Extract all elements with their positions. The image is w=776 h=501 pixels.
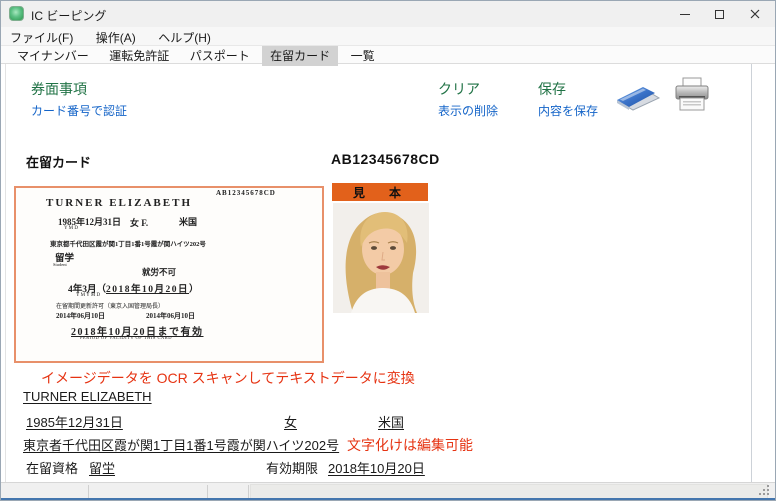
field-expiry-value[interactable]: 2018年10月20日 <box>328 458 425 477</box>
portrait-photo <box>333 203 429 313</box>
mojibake-editable-note: 文字化けは編集可能 <box>347 435 473 455</box>
card-scan-number: AB12345678CD <box>216 189 276 197</box>
resize-grip-icon[interactable] <box>759 485 771 497</box>
card-scan-renewal-note: 在留期間更新許可（東京入国管理局長） <box>56 301 164 310</box>
menu-item-operation[interactable]: 操作(A) <box>87 27 145 46</box>
field-status-value[interactable]: 留坣 <box>89 458 115 477</box>
card-scan-sex: 女 F. <box>130 216 148 229</box>
card-scan-period-markers: Y M Y M D <box>76 293 100 298</box>
content-right-border <box>751 64 752 482</box>
menu-item-help[interactable]: ヘルプ(H) <box>149 27 220 46</box>
field-status-label: 在留資格 <box>26 458 78 477</box>
field-address[interactable]: 東京者千代田区霞が関1丁目1番1号霞が関ハイツ202号 <box>23 435 339 454</box>
card-scan-period-suffix: ） <box>189 285 199 295</box>
window: IC ビーピング ファイル(F) 操作(A) ヘルプ(H) マイナンバー 運転免… <box>0 0 776 501</box>
card-scan-work-permission: 就労不可 <box>142 266 176 278</box>
card-scan-issue-date: 2014年06月10日 <box>56 311 105 321</box>
menu-item-file[interactable]: ファイル(F) <box>1 27 82 46</box>
tab-residence-card[interactable]: 在留カード <box>262 46 338 66</box>
close-icon <box>750 9 760 19</box>
tab-passport[interactable]: パスポート <box>182 46 258 66</box>
field-birth-date[interactable]: 1985年12月31日 <box>26 412 123 431</box>
field-expiry-label: 有効期限 <box>266 458 318 477</box>
card-scan-status-en: Student <box>53 262 67 267</box>
card-scan-validity-en: PERIOD OF VALIDITY OF THIS CARD <box>80 335 172 340</box>
status-divider <box>248 485 249 498</box>
content-left-border <box>5 64 6 482</box>
residence-card-scan: AB12345678CD TURNER ELIZABETH 1985年12月31… <box>14 186 324 363</box>
ocr-conversion-note: イメージデータを OCR スキャンしてテキストデータに変換 <box>41 368 415 388</box>
window-title: IC ビーピング <box>31 7 106 24</box>
minimize-button[interactable] <box>667 1 703 27</box>
window-bottom-edge <box>1 498 775 500</box>
field-sex[interactable]: 女 <box>284 412 297 431</box>
field-name[interactable]: TURNER ELIZABETH <box>23 389 152 404</box>
maximize-icon <box>715 10 724 19</box>
card-scan-period-date: 2018年10月20日 <box>106 285 189 295</box>
card-face-section-title: 券面事項 <box>31 79 87 99</box>
tab-list[interactable]: 一覧 <box>343 46 383 66</box>
menu-bar: ファイル(F) 操作(A) ヘルプ(H) <box>1 27 775 46</box>
status-divider <box>207 485 208 498</box>
card-scan-update-date: 2014年06月10日 <box>146 311 195 321</box>
maximize-button[interactable] <box>701 1 737 27</box>
card-type-label: 在留カード <box>26 152 91 171</box>
save-section-title: 保存 <box>538 79 566 99</box>
close-button[interactable] <box>737 1 773 27</box>
tab-mynumber[interactable]: マイナンバー <box>9 46 97 66</box>
card-scan-name: TURNER ELIZABETH <box>46 197 192 209</box>
card-number-display: AB12345678CD <box>331 151 440 167</box>
clear-section-title: クリア <box>438 79 480 99</box>
card-scan-birth-markers: Y M D <box>64 226 78 231</box>
field-nationality[interactable]: 米国 <box>378 412 404 431</box>
clear-display-link[interactable]: 表示の削除 <box>438 102 498 119</box>
status-panel <box>250 484 768 499</box>
tab-bar: マイナンバー 運転免許証 パスポート 在留カード 一覧 <box>1 46 775 64</box>
status-divider <box>88 485 89 498</box>
save-contents-link[interactable]: 内容を保存 <box>538 102 598 119</box>
sample-badge: 見 本 <box>332 183 428 201</box>
card-scan-address: 東京都千代田区霞が関1丁目1番1号霞が関ハイツ202号 <box>50 238 206 248</box>
minimize-icon <box>680 14 690 15</box>
title-bar: IC ビーピング <box>1 1 775 27</box>
app-icon <box>9 6 24 21</box>
scanner-icon[interactable] <box>615 79 661 118</box>
printer-icon[interactable] <box>673 76 711 121</box>
card-scan-nationality: 米国 <box>179 215 197 228</box>
auth-by-card-number-link[interactable]: カード番号で認証 <box>31 102 127 119</box>
tab-drivers-license[interactable]: 運転免許証 <box>101 46 177 66</box>
